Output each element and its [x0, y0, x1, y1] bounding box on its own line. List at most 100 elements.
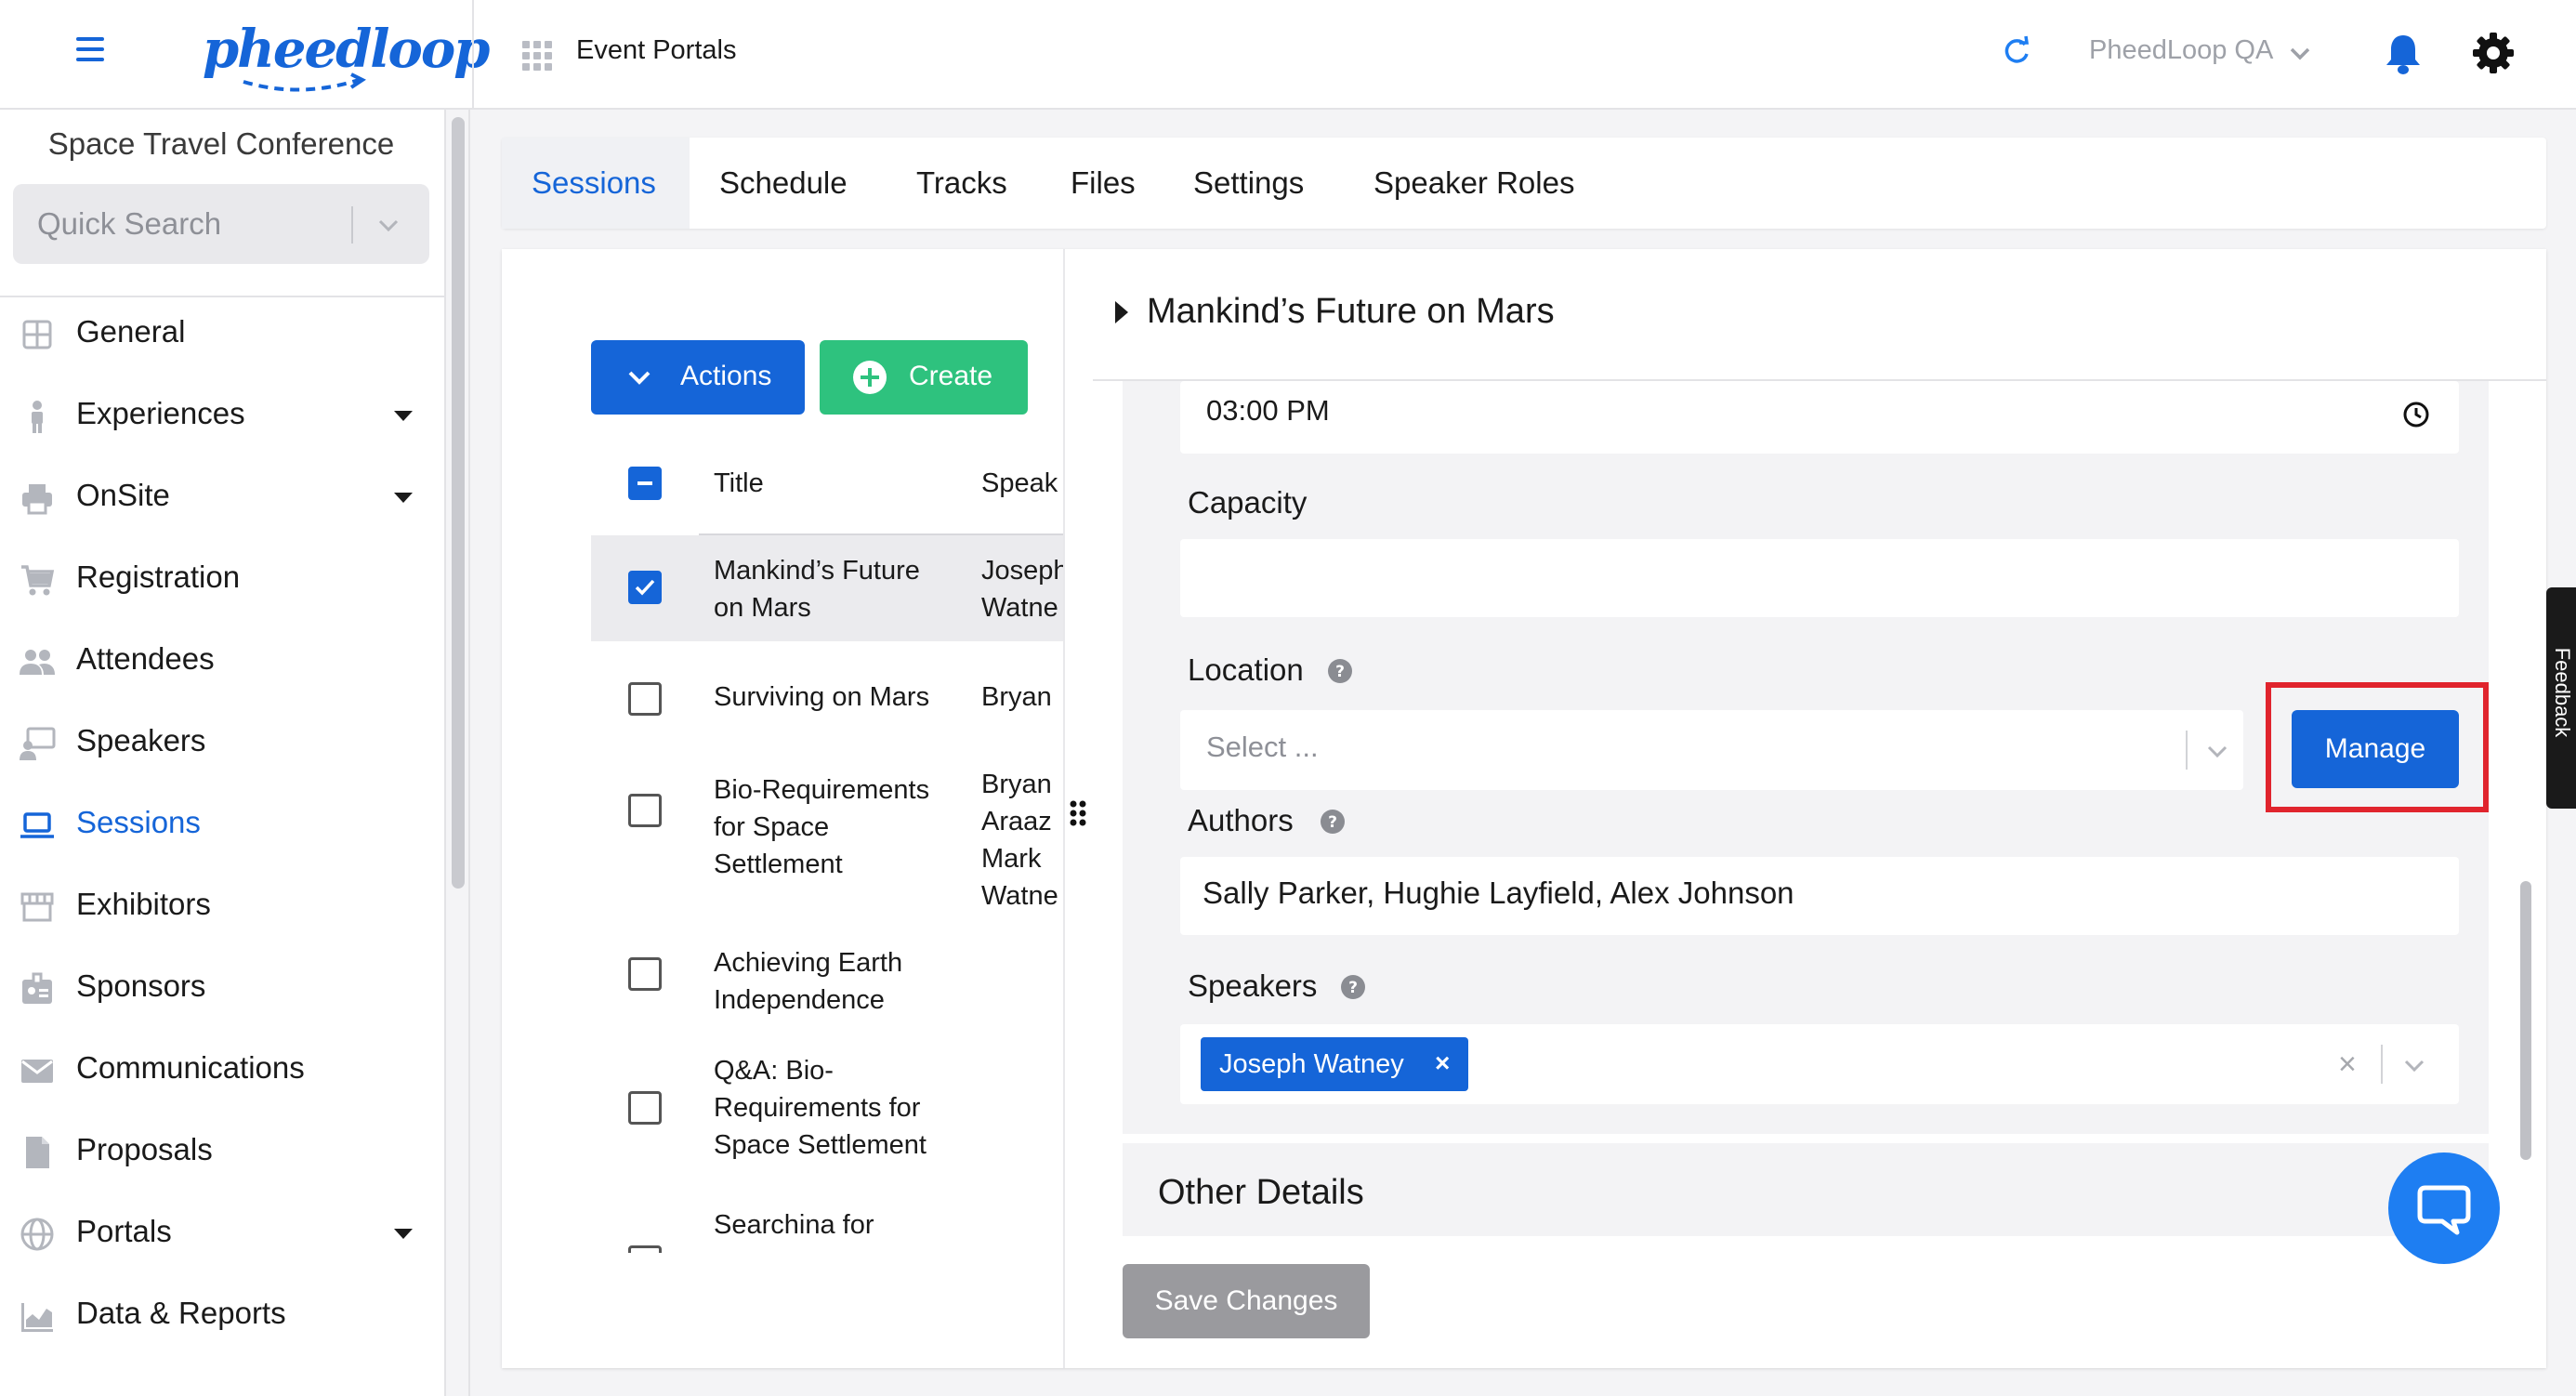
- settings-gear-icon[interactable]: [2472, 32, 2515, 74]
- pane-resize-divider[interactable]: [1063, 249, 1065, 1368]
- printer-icon: [22, 484, 52, 515]
- column-header-title[interactable]: Title: [714, 468, 764, 499]
- tab-sessions[interactable]: Sessions: [532, 165, 656, 201]
- check-icon: [635, 579, 655, 596]
- drag-handle-icon[interactable]: [1069, 799, 1087, 827]
- chat-support-button[interactable]: [2388, 1152, 2500, 1264]
- grid-icon: [22, 320, 52, 349]
- help-circle-icon[interactable]: ?: [1320, 809, 1346, 835]
- sidebar-item-registration[interactable]: Registration: [0, 543, 444, 617]
- hamburger-menu-icon[interactable]: [76, 37, 104, 69]
- pheedloop-logo[interactable]: pheedloop: [203, 13, 490, 93]
- row-checkbox[interactable]: [628, 1091, 662, 1125]
- apps-grid-icon[interactable]: [522, 41, 552, 71]
- storefront-icon: [20, 892, 54, 922]
- remove-chip-icon[interactable]: ×: [1435, 1048, 1450, 1078]
- sidebar-item-sessions[interactable]: Sessions: [0, 788, 444, 863]
- capacity-input[interactable]: [1180, 539, 2459, 617]
- notifications-bell-icon[interactable]: [2383, 32, 2424, 76]
- collapse-caret-icon[interactable]: [1115, 301, 1128, 323]
- tab-settings[interactable]: Settings: [1193, 165, 1304, 201]
- chevron-down-icon[interactable]: [2204, 738, 2230, 764]
- sidebar-item-data-reports[interactable]: Data & Reports: [0, 1279, 444, 1353]
- sidebar-item-communications[interactable]: Communications: [0, 1034, 444, 1108]
- help-circle-icon[interactable]: ?: [1327, 658, 1353, 684]
- sidebar-item-experiences[interactable]: Experiences: [0, 379, 444, 454]
- caret-down-icon[interactable]: [394, 1229, 413, 1239]
- select-all-checkbox[interactable]: [628, 467, 662, 500]
- sidebar-item-sponsors[interactable]: Sponsors: [0, 952, 444, 1026]
- session-title-cell: Surviving on Mars: [714, 682, 930, 712]
- row-checkbox[interactable]: [628, 682, 662, 716]
- help-circle-icon[interactable]: ?: [1340, 974, 1366, 1000]
- sidebar-item-speakers[interactable]: Speakers: [0, 706, 444, 781]
- chevron-down-icon[interactable]: [375, 212, 401, 238]
- badge-icon: [22, 972, 52, 1004]
- session-title-cell: Bio-Requirements for Space Settlement: [714, 775, 930, 879]
- clock-icon[interactable]: [2401, 400, 2431, 429]
- sidebar-item-proposals[interactable]: Proposals: [0, 1115, 444, 1190]
- row-checkbox[interactable]: [628, 794, 662, 827]
- session-title-cell: Mankind’s Future on Mars: [714, 556, 920, 623]
- session-speaker-cell: Bryan: [981, 682, 1052, 712]
- session-title-cell: Searchina for: [714, 1210, 874, 1240]
- session-speaker-cell: Joseph Watne: [981, 556, 1063, 623]
- create-button[interactable]: Create: [820, 340, 1028, 415]
- detail-scroll-thumb[interactable]: [2520, 881, 2531, 1160]
- chart-icon: [21, 1303, 53, 1332]
- document-icon: [26, 1137, 49, 1168]
- sidebar-item-exhibitors[interactable]: Exhibitors: [0, 870, 444, 944]
- sessions-card: Actions Create Title Speak Mankind’s Fut…: [502, 249, 2546, 1368]
- location-select[interactable]: [1180, 710, 2243, 790]
- column-header-speaker[interactable]: Speak: [981, 468, 1058, 499]
- envelope-icon: [21, 1060, 53, 1083]
- sidebar-item-portals[interactable]: Portals: [0, 1197, 444, 1271]
- refresh-icon[interactable]: [2002, 35, 2031, 69]
- organization-select[interactable]: PheedLoop QA: [2089, 35, 2273, 66]
- presenter-icon: [20, 727, 56, 760]
- quick-search-input[interactable]: Quick Search: [13, 184, 429, 264]
- tab-tracks[interactable]: Tracks: [916, 165, 1007, 201]
- chat-bubble-icon: [2417, 1185, 2471, 1235]
- capacity-label: Capacity: [1188, 485, 1308, 520]
- cart-icon: [21, 565, 55, 596]
- chevron-down-icon[interactable]: [2401, 1052, 2427, 1078]
- caret-down-icon[interactable]: [394, 493, 413, 503]
- row-checkbox[interactable]: [628, 571, 662, 604]
- detail-scrollbar[interactable]: [2517, 381, 2533, 1348]
- row-checkbox[interactable]: [628, 1245, 662, 1253]
- sidebar-item-attendees[interactable]: Attendees: [0, 625, 444, 699]
- svg-text:?: ?: [1335, 663, 1345, 681]
- sidebar-item-onsite[interactable]: OnSite: [0, 461, 444, 535]
- session-speaker-cell: Bryan Araaz Mark Watne: [981, 770, 1058, 911]
- sidebar-scroll-thumb[interactable]: [452, 117, 465, 889]
- tab-files[interactable]: Files: [1071, 165, 1136, 201]
- top-bar: pheedloop Event Portals PheedLoop QA: [0, 0, 2576, 110]
- svg-text:?: ?: [1348, 979, 1358, 997]
- speaker-chip: Joseph Watney ×: [1201, 1037, 1468, 1091]
- chevron-down-icon: [628, 371, 651, 385]
- tab-bar: Sessions Schedule Tracks Files Settings …: [502, 138, 2546, 229]
- people-icon: [20, 650, 55, 675]
- actions-button[interactable]: Actions: [591, 340, 805, 415]
- save-changes-button[interactable]: Save Changes: [1123, 1264, 1370, 1338]
- clear-all-icon[interactable]: ×: [2338, 1047, 2357, 1083]
- authors-label: Authors: [1188, 803, 1294, 837]
- speakers-label: Speakers: [1188, 968, 1318, 1003]
- row-checkbox[interactable]: [628, 957, 662, 991]
- portal-title: Event Portals: [576, 35, 737, 65]
- caret-down-icon[interactable]: [394, 411, 413, 421]
- tab-schedule[interactable]: Schedule: [719, 165, 848, 201]
- other-details-heading: Other Details: [1158, 1173, 1364, 1212]
- svg-text:?: ?: [1328, 813, 1337, 832]
- tab-speaker-roles[interactable]: Speaker Roles: [1373, 165, 1574, 201]
- manage-location-button[interactable]: Manage: [2292, 710, 2459, 788]
- plus-circle-icon: [853, 361, 887, 394]
- person-icon: [32, 401, 43, 433]
- session-title-cell: Achieving Earth Independence: [714, 948, 903, 1015]
- other-details-section[interactable]: Other Details: [1123, 1143, 2489, 1236]
- feedback-tab[interactable]: Feedback: [2546, 587, 2576, 809]
- end-time-input[interactable]: [1180, 381, 2459, 454]
- chevron-down-icon[interactable]: [2288, 41, 2312, 65]
- sidebar-item-general[interactable]: General: [0, 297, 444, 372]
